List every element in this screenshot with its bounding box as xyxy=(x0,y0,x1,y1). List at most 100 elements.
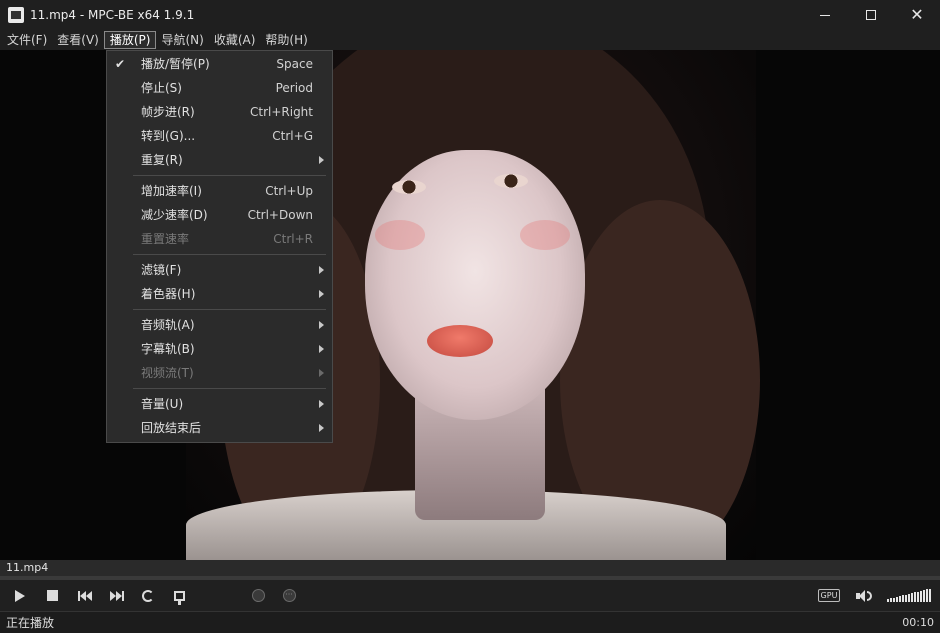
menu-item-shortcut: Ctrl+Right xyxy=(249,105,313,119)
gpu-badge: GPU xyxy=(817,589,841,602)
volume-bar xyxy=(914,592,916,602)
maximize-button[interactable] xyxy=(848,0,894,30)
menu-play[interactable]: 播放(P) xyxy=(103,31,157,49)
skip-back-icon xyxy=(78,590,92,601)
menu-item-shortcut: Period xyxy=(275,81,313,95)
stop-button[interactable] xyxy=(40,580,64,611)
status-bar: 正在播放 00:10 xyxy=(0,611,940,633)
menu-item-shaders[interactable]: 着色器(H) xyxy=(107,282,332,306)
menu-item-shortcut: Ctrl+G xyxy=(272,129,313,143)
volume-bar xyxy=(887,599,889,602)
menu-view[interactable]: 查看(V) xyxy=(52,31,104,49)
menu-item-subtitle-track[interactable]: 字幕轨(B) xyxy=(107,337,332,361)
submenu-arrow-icon xyxy=(319,400,324,408)
seekbar-filename: 11.mp4 xyxy=(6,561,49,574)
submenu-arrow-icon xyxy=(319,156,324,164)
menu-item-label: 音频轨(A) xyxy=(141,318,195,332)
frame-button[interactable] xyxy=(168,580,190,611)
menu-separator xyxy=(133,388,326,389)
playback-state: 正在播放 xyxy=(6,616,55,630)
loop-icon xyxy=(142,589,154,602)
submenu-arrow-icon xyxy=(319,290,324,298)
volume-bar xyxy=(926,589,928,602)
menu-item-label: 播放/暂停(P) xyxy=(141,57,210,71)
playback-time: 00:10 xyxy=(902,616,934,629)
submenu-arrow-icon xyxy=(319,321,324,329)
menu-help[interactable]: 帮助(H) xyxy=(260,31,312,49)
menu-separator xyxy=(133,254,326,255)
control-bar: GPU xyxy=(0,580,940,611)
window-controls: ✕ xyxy=(802,0,940,30)
menu-item-play-pause[interactable]: ✔ 播放/暂停(P) Space xyxy=(107,52,332,76)
menu-item-label: 减少速率(D) xyxy=(141,208,208,222)
play-icon xyxy=(15,589,25,602)
menu-item-label: 音量(U) xyxy=(141,397,184,411)
menu-item-filters[interactable]: 滤镜(F) xyxy=(107,258,332,282)
volume-bar xyxy=(896,596,898,602)
play-menu-dropdown: ✔ 播放/暂停(P) Space 停止(S) Period 帧步进(R) Ctr… xyxy=(106,50,333,443)
menu-item-label: 滤镜(F) xyxy=(141,263,182,277)
skip-forward-icon xyxy=(110,590,124,601)
menu-bar: 文件(F) 查看(V) 播放(P) 导航(N) 收藏(A) 帮助(H) xyxy=(0,30,940,50)
menu-item-stop[interactable]: 停止(S) Period xyxy=(107,76,332,100)
menu-separator xyxy=(133,309,326,310)
subtitle-toggle-button[interactable] xyxy=(249,580,267,611)
audio-toggle-button[interactable] xyxy=(280,580,298,611)
video-blush-right xyxy=(520,220,570,250)
menu-item-label: 转到(G)... xyxy=(141,129,196,143)
volume-bar xyxy=(929,588,931,602)
checkmark-icon: ✔ xyxy=(115,57,126,71)
menu-item-audio-track[interactable]: 音频轨(A) xyxy=(107,313,332,337)
volume-slider[interactable] xyxy=(887,588,932,602)
menu-item-after-playback[interactable]: 回放结束后 xyxy=(107,416,332,440)
menu-item-repeat[interactable]: 重复(R) xyxy=(107,148,332,172)
menu-item-label: 增加速率(I) xyxy=(141,184,202,198)
menu-item-shortcut: Ctrl+Up xyxy=(265,184,313,198)
menu-separator xyxy=(133,175,326,176)
menu-item-increase-rate[interactable]: 增加速率(I) Ctrl+Up xyxy=(107,179,332,203)
volume-bar xyxy=(917,591,919,602)
menu-item-shortcut: Ctrl+R xyxy=(273,232,313,246)
menu-file[interactable]: 文件(F) xyxy=(2,31,52,49)
gpu-button[interactable]: GPU xyxy=(816,580,842,611)
minimize-icon xyxy=(820,14,830,16)
window-title: 11.mp4 - MPC-BE x64 1.9.1 xyxy=(30,8,195,22)
menu-item-label: 停止(S) xyxy=(141,81,182,95)
volume-bar xyxy=(911,593,913,602)
next-button[interactable] xyxy=(104,580,130,611)
maximize-icon xyxy=(866,10,876,20)
seekbar[interactable]: 11.mp4 xyxy=(0,560,940,576)
volume-bar xyxy=(923,590,925,602)
play-button[interactable] xyxy=(8,580,32,611)
menu-item-label: 重置速率 xyxy=(141,232,190,246)
close-icon: ✕ xyxy=(910,5,924,24)
menu-navigate[interactable]: 导航(N) xyxy=(156,31,208,49)
app-icon[interactable] xyxy=(8,7,24,23)
video-lips xyxy=(427,325,493,357)
mute-button[interactable] xyxy=(852,580,876,611)
menu-item-label: 重复(R) xyxy=(141,153,183,167)
menu-item-decrease-rate[interactable]: 减少速率(D) Ctrl+Down xyxy=(107,203,332,227)
menu-item-goto[interactable]: 转到(G)... Ctrl+G xyxy=(107,124,332,148)
stop-icon xyxy=(46,590,58,601)
loop-button[interactable] xyxy=(136,580,160,611)
video-eye-left xyxy=(392,180,426,194)
volume-bar xyxy=(893,597,895,602)
volume-bar xyxy=(890,598,892,602)
submenu-arrow-icon xyxy=(319,369,324,377)
volume-bar xyxy=(920,590,922,602)
submenu-arrow-icon xyxy=(319,345,324,353)
submenu-arrow-icon xyxy=(319,424,324,432)
menu-favorites[interactable]: 收藏(A) xyxy=(209,31,261,49)
minimize-button[interactable] xyxy=(802,0,848,30)
menu-item-volume[interactable]: 音量(U) xyxy=(107,392,332,416)
subtitle-icon xyxy=(251,589,265,602)
menu-item-frame-step[interactable]: 帧步进(R) Ctrl+Right xyxy=(107,100,332,124)
video-blush-left xyxy=(375,220,425,250)
close-button[interactable]: ✕ xyxy=(894,0,940,30)
audio-icon xyxy=(282,589,296,602)
menu-item-shortcut: Space xyxy=(276,57,313,71)
previous-button[interactable] xyxy=(72,580,98,611)
submenu-arrow-icon xyxy=(319,266,324,274)
volume-bar xyxy=(899,596,901,602)
